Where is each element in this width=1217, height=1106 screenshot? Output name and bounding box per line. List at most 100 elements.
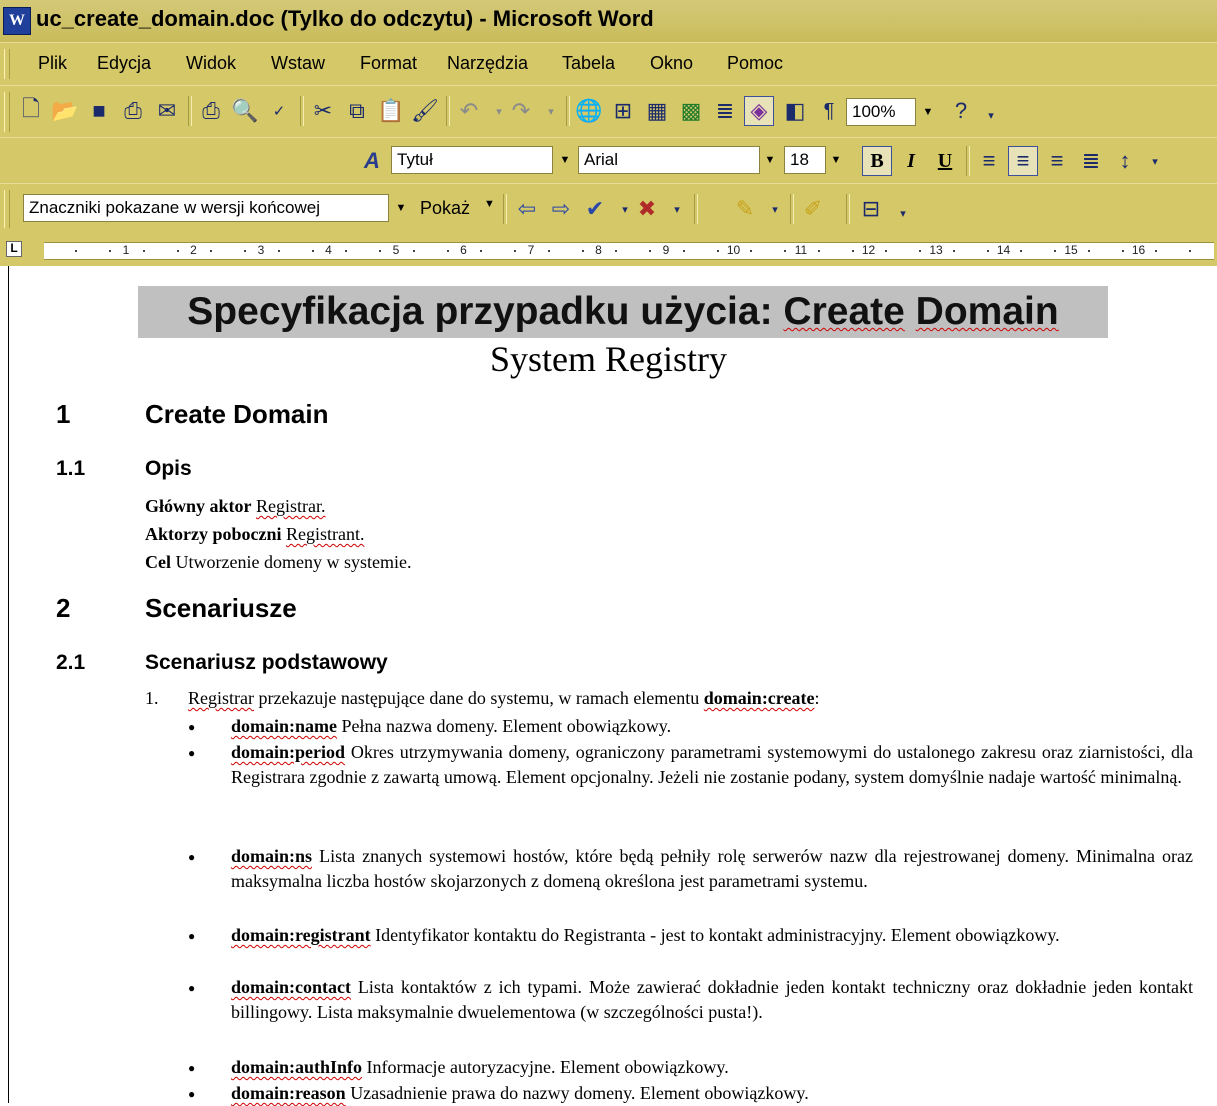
chevron-down-icon[interactable]: ▼ <box>826 146 846 174</box>
menu-edycja[interactable]: Edycja <box>97 53 151 74</box>
comment-dropdown-icon[interactable]: ▾ <box>760 194 790 224</box>
print-preview-icon[interactable]: 🔍 <box>230 96 260 126</box>
bullet-term: domain:contact <box>231 977 351 997</box>
insert-comment-icon[interactable]: ✎ <box>730 194 760 224</box>
italic-button[interactable]: I <box>896 146 926 176</box>
menu-bar: Plik Edycja Widok Wstaw Format Narzędzia… <box>0 42 1217 86</box>
page-left-edge <box>0 266 9 1103</box>
font-size-select[interactable]: 18 <box>784 146 826 174</box>
reviewing-pane-icon[interactable]: ⊟ <box>856 194 886 224</box>
menu-tabela[interactable]: Tabela <box>562 53 615 74</box>
bold-button[interactable]: B <box>862 146 892 176</box>
bullet-item: domain:ns Lista znanych systemowi hostów… <box>231 844 1193 894</box>
menu-plik[interactable]: Plik <box>38 53 67 74</box>
format-painter-icon[interactable]: 🖌 <box>410 96 440 126</box>
reject-change-icon[interactable]: ✖ <box>632 194 662 224</box>
ruler-tick <box>311 250 314 252</box>
email-icon[interactable]: ✉ <box>152 96 182 126</box>
line-spacing-icon[interactable]: ↕ <box>1110 146 1140 176</box>
style-select[interactable]: Tytuł <box>391 146 553 174</box>
font-select[interactable]: Arial <box>578 146 760 174</box>
chevron-down-icon[interactable]: ▼ <box>555 146 575 174</box>
save-icon[interactable]: ■ <box>84 96 114 126</box>
align-right-icon[interactable]: ≡ <box>1042 146 1072 176</box>
ruler-tick <box>952 250 955 252</box>
horizontal-ruler[interactable]: L 1 2 3 4 5 6 7 8 9 10 11 12 13 14 15 16 <box>0 233 1217 267</box>
toolbar-options-icon[interactable]: ▾ <box>1140 146 1170 176</box>
toolbar-grip[interactable] <box>4 92 10 132</box>
toolbar-grip[interactable] <box>4 49 10 79</box>
section-1-1-heading: Opis <box>145 457 192 480</box>
styles-pane-icon[interactable]: A <box>357 146 387 176</box>
ruler-tick <box>1054 250 1057 252</box>
menu-narzedzia[interactable]: Narzędzia <box>447 53 528 74</box>
permission-icon[interactable]: ⎙ <box>118 96 148 126</box>
word-icon[interactable]: W <box>3 7 31 35</box>
zoom-select[interactable]: 100% <box>846 98 916 126</box>
paste-icon[interactable]: 📋 <box>376 96 406 126</box>
show-hide-icon[interactable]: ¶ <box>814 96 844 126</box>
step-1-number: 1. <box>145 688 159 708</box>
underline-button[interactable]: U <box>930 146 960 176</box>
menu-okno[interactable]: Okno <box>650 53 693 74</box>
toolbar-options-icon[interactable]: ▾ <box>976 100 1006 130</box>
title-word: użycia: <box>640 290 773 333</box>
ruler-number: 2 <box>190 243 197 257</box>
step-1-element: domain:create <box>703 688 815 708</box>
toolbar-grip[interactable] <box>4 190 10 228</box>
columns-icon[interactable]: ≣ <box>710 96 740 126</box>
align-left-icon[interactable]: ≡ <box>974 146 1004 176</box>
spelling-icon[interactable]: ✓ <box>264 96 294 126</box>
bullet-description: Lista kontaktów z ich typami. Może zawie… <box>231 977 1193 1022</box>
cut-icon[interactable]: ✂ <box>308 96 338 126</box>
chevron-down-icon[interactable]: ▼ <box>484 198 495 210</box>
copy-icon[interactable]: ⧉ <box>342 96 372 126</box>
previous-change-icon[interactable]: ⇦ <box>512 194 542 224</box>
secondary-actors-line: Aktorzy poboczni Registrant. <box>145 524 365 545</box>
ruler-number: 5 <box>392 243 400 257</box>
ruler-number: 9 <box>662 243 670 257</box>
reject-dropdown-icon[interactable]: ▾ <box>662 194 692 224</box>
open-folder-icon[interactable]: 📂 <box>50 96 80 126</box>
ruler-tick <box>1020 250 1023 252</box>
toolbar-options-icon[interactable]: ▾ <box>888 198 918 228</box>
ruler-number: 7 <box>527 243 535 257</box>
insert-table-icon[interactable]: ▦ <box>642 96 672 126</box>
document-map-icon[interactable]: ◧ <box>780 96 810 126</box>
menu-format[interactable]: Format <box>360 53 417 74</box>
tables-borders-icon[interactable]: ⊞ <box>608 96 638 126</box>
ruler-strip[interactable]: 1 2 3 4 5 6 7 8 9 10 11 12 13 14 15 16 <box>44 242 1214 260</box>
separator <box>694 194 698 224</box>
align-center-icon[interactable]: ≡ <box>1008 146 1038 176</box>
chevron-down-icon[interactable]: ▼ <box>760 146 780 174</box>
print-icon[interactable]: ⎙ <box>196 96 226 126</box>
menu-wstaw[interactable]: Wstaw <box>271 53 325 74</box>
ruler-tick <box>142 250 145 252</box>
bullet-term: domain:ns <box>231 846 313 866</box>
menu-widok[interactable]: Widok <box>186 53 236 74</box>
next-change-icon[interactable]: ⇨ <box>546 194 576 224</box>
new-document-icon[interactable]: 🗋 <box>16 96 46 126</box>
redo-dropdown-icon[interactable]: ▾ <box>536 96 566 126</box>
bullet-icon: ● <box>188 981 196 995</box>
document-page[interactable]: Specyfikacja przypadku użycia: Create Do… <box>0 266 1217 1103</box>
redo-icon[interactable]: ↷ <box>506 96 536 126</box>
show-menu-button[interactable]: Pokaż <box>420 198 470 219</box>
markup-view-select[interactable]: Znaczniki pokazane w wersji końcowej <box>23 194 389 222</box>
menu-pomoc[interactable]: Pomoc <box>727 53 783 74</box>
tab-selector-icon[interactable]: L <box>6 241 22 257</box>
separator <box>566 96 570 126</box>
accept-change-icon[interactable]: ✔ <box>580 194 610 224</box>
chevron-down-icon[interactable]: ▼ <box>918 98 938 126</box>
justify-icon[interactable]: ≣ <box>1076 146 1106 176</box>
section-2-1-heading: Scenariusz podstawowy <box>145 651 388 674</box>
drawing-icon[interactable]: ◈ <box>744 96 774 126</box>
chevron-down-icon[interactable]: ▼ <box>391 194 411 222</box>
separator <box>300 96 304 126</box>
undo-icon[interactable]: ↶ <box>454 96 484 126</box>
hyperlink-icon[interactable]: 🌐 <box>574 96 604 126</box>
help-icon[interactable]: ? <box>946 96 976 126</box>
track-changes-icon[interactable]: ✐ <box>798 194 828 224</box>
insert-excel-icon[interactable]: ▩ <box>676 96 706 126</box>
ruler-tick <box>277 250 280 252</box>
